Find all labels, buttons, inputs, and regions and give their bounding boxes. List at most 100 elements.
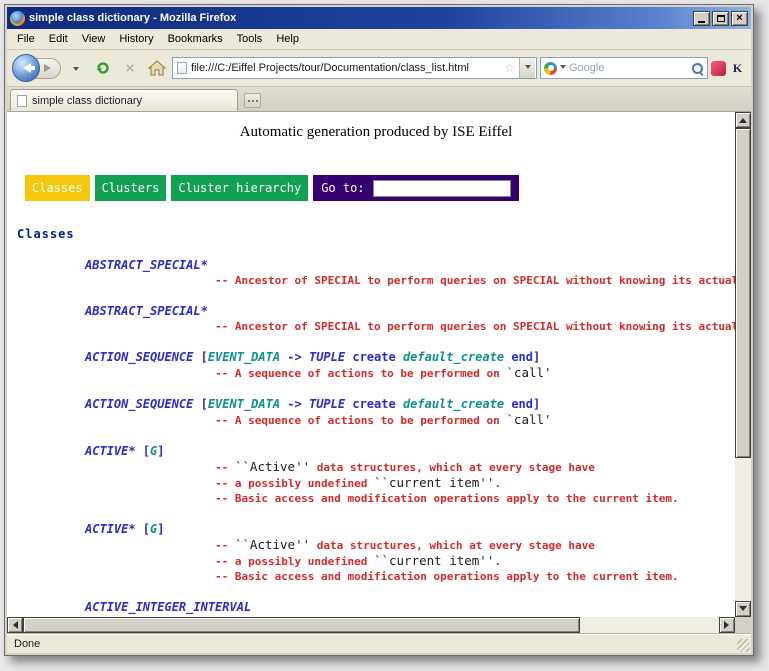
page-viewport: Automatic generation produced by ISE Eif…: [7, 112, 735, 617]
scroll-right-button[interactable]: [719, 617, 735, 633]
section-title: Classes: [17, 227, 735, 241]
menu-edit[interactable]: Edit: [42, 31, 75, 47]
menu-help[interactable]: Help: [269, 31, 306, 47]
goto-input[interactable]: [373, 180, 511, 197]
text-segment: -- Ancestor of SPECIAL to perform querie…: [215, 320, 735, 333]
text-segment: end: [511, 350, 533, 364]
text-segment: -- a possibly undefined: [215, 555, 374, 568]
comment-line: -- ``Active'' data structures, which at …: [215, 537, 735, 553]
class-signature: ACTION_SEQUENCE [EVENT_DATA -> TUPLE cre…: [85, 397, 735, 412]
menu-history[interactable]: History: [112, 31, 160, 47]
class-name-link[interactable]: ABSTRACT_SPECIAL*: [85, 258, 208, 272]
menu-bookmarks[interactable]: Bookmarks: [161, 31, 230, 47]
address-bar[interactable]: file:///C:/Eiffel Projects/tour/Document…: [172, 57, 537, 79]
class-name-link[interactable]: TUPLE: [309, 397, 345, 411]
class-list: ABSTRACT_SPECIAL* -- Ancestor of SPECIAL …: [17, 258, 735, 615]
window-title: simple class dictionary - Mozilla Firefo…: [29, 12, 689, 24]
titlebar[interactable]: simple class dictionary - Mozilla Firefo…: [7, 7, 751, 29]
class-name-link[interactable]: ABSTRACT_SPECIAL*: [85, 304, 208, 318]
classes-button[interactable]: Classes: [25, 175, 90, 201]
vertical-scroll-track[interactable]: [735, 128, 751, 601]
class-name-link[interactable]: ACTIVE*: [85, 444, 136, 458]
clusters-button[interactable]: Clusters: [95, 175, 167, 201]
history-dropdown-button[interactable]: [64, 56, 88, 80]
text-segment: create: [352, 397, 395, 411]
class-name-link[interactable]: TUPLE: [309, 350, 345, 364]
resize-grip[interactable]: [737, 639, 750, 652]
arrow-up-icon: [739, 114, 747, 123]
class-entry: ACTION_SEQUENCE [EVENT_DATA -> TUPLE cre…: [85, 350, 735, 381]
class-name-link[interactable]: ACTIVE*: [85, 522, 136, 536]
horizontal-scroll-track[interactable]: [23, 617, 719, 633]
maximize-icon: [717, 15, 725, 22]
reload-button[interactable]: [91, 56, 115, 80]
vertical-scrollbar[interactable]: [735, 112, 751, 617]
goto-label: Go to:: [321, 181, 364, 195]
text-segment: -- a possibly undefined: [215, 477, 374, 490]
page-title: Automatic generation produced by ISE Eif…: [17, 124, 735, 141]
text-segment: [396, 350, 403, 364]
class-name-link[interactable]: ACTION_SEQUENCE: [85, 350, 193, 364]
search-icon[interactable]: [691, 62, 704, 75]
class-comments: -- A sequence of actions to be performed…: [215, 412, 735, 428]
browser-window: simple class dictionary - Mozilla Firefo…: [4, 4, 754, 656]
firefox-icon: [10, 11, 25, 26]
text-segment: [: [136, 444, 150, 458]
chevron-down-icon: [73, 67, 79, 74]
back-button[interactable]: [12, 54, 40, 82]
tab-strip-button[interactable]: [244, 93, 261, 108]
tab-simple-class-dictionary[interactable]: simple class dictionary: [10, 89, 238, 111]
address-dropdown-button[interactable]: [519, 58, 535, 78]
search-box[interactable]: Google: [540, 57, 708, 79]
menu-tools[interactable]: Tools: [230, 31, 270, 47]
search-input[interactable]: Google: [569, 62, 688, 74]
vertical-scroll-thumb[interactable]: [735, 128, 751, 458]
close-icon: ×: [736, 13, 742, 24]
scroll-left-button[interactable]: [7, 617, 23, 633]
maximize-button[interactable]: [712, 11, 729, 26]
scroll-down-button[interactable]: [735, 601, 751, 617]
class-comments: -- ``Active'' data structures, which at …: [215, 537, 735, 584]
class-name-link[interactable]: ACTION_SEQUENCE: [85, 397, 193, 411]
text-segment: `call': [506, 365, 551, 380]
navigation-toolbar: × file:///C:/Eiffel Projects/tour/Docume…: [7, 50, 751, 87]
red-extension-icon[interactable]: [711, 61, 726, 76]
text-segment: ->: [280, 350, 309, 364]
horizontal-scroll-thumb[interactable]: [23, 617, 580, 633]
stop-button[interactable]: ×: [118, 56, 142, 80]
text-segment: create: [352, 350, 395, 364]
comment-line: -- a possibly undefined ``current item''…: [215, 553, 735, 569]
text-segment: -- Ancestor of SPECIAL to perform querie…: [215, 274, 735, 287]
class-signature: ABSTRACT_SPECIAL*: [85, 304, 735, 319]
scroll-up-button[interactable]: [735, 112, 751, 128]
close-button[interactable]: ×: [731, 11, 748, 26]
text-segment: -- A sequence of actions to be performed…: [215, 414, 506, 427]
cluster-hierarchy-button[interactable]: Cluster hierarchy: [171, 175, 308, 201]
text-segment: --: [215, 539, 235, 552]
class-signature: ACTIVE* [G]: [85, 444, 735, 459]
text-segment: default_create: [403, 397, 504, 411]
address-input[interactable]: file:///C:/Eiffel Projects/tour/Document…: [191, 62, 500, 74]
text-segment: ]: [157, 444, 164, 458]
back-arrow-icon: [18, 63, 31, 73]
text-segment: .: [494, 477, 501, 490]
text-segment: data structures, which at every stage ha…: [310, 461, 595, 474]
class-entry: ABSTRACT_SPECIAL* -- Ancestor of SPECIAL …: [85, 258, 735, 288]
menu-file[interactable]: File: [10, 31, 42, 47]
class-entry: ABSTRACT_SPECIAL* -- Ancestor of SPECIAL …: [85, 304, 735, 334]
home-button[interactable]: [145, 56, 169, 80]
forward-arrow-icon: [44, 64, 55, 72]
google-logo-icon[interactable]: [544, 62, 557, 75]
menu-view[interactable]: View: [75, 31, 113, 47]
text-segment: ``current item'': [374, 553, 494, 568]
class-name-link[interactable]: ACTIVE_INTEGER_INTERVAL: [85, 600, 251, 614]
content-area: Automatic generation produced by ISE Eif…: [7, 112, 751, 633]
text-segment: -- Basic access and modification operati…: [215, 492, 679, 505]
bookmark-star-icon[interactable]: ☆: [504, 62, 515, 74]
text-segment: data structures, which at every stage ha…: [310, 539, 595, 552]
horizontal-scrollbar[interactable]: [7, 617, 735, 633]
k-extension-icon[interactable]: K: [729, 60, 746, 77]
stop-icon: ×: [126, 60, 135, 77]
search-engine-dropdown-icon[interactable]: [560, 65, 566, 72]
minimize-button[interactable]: [693, 11, 710, 26]
